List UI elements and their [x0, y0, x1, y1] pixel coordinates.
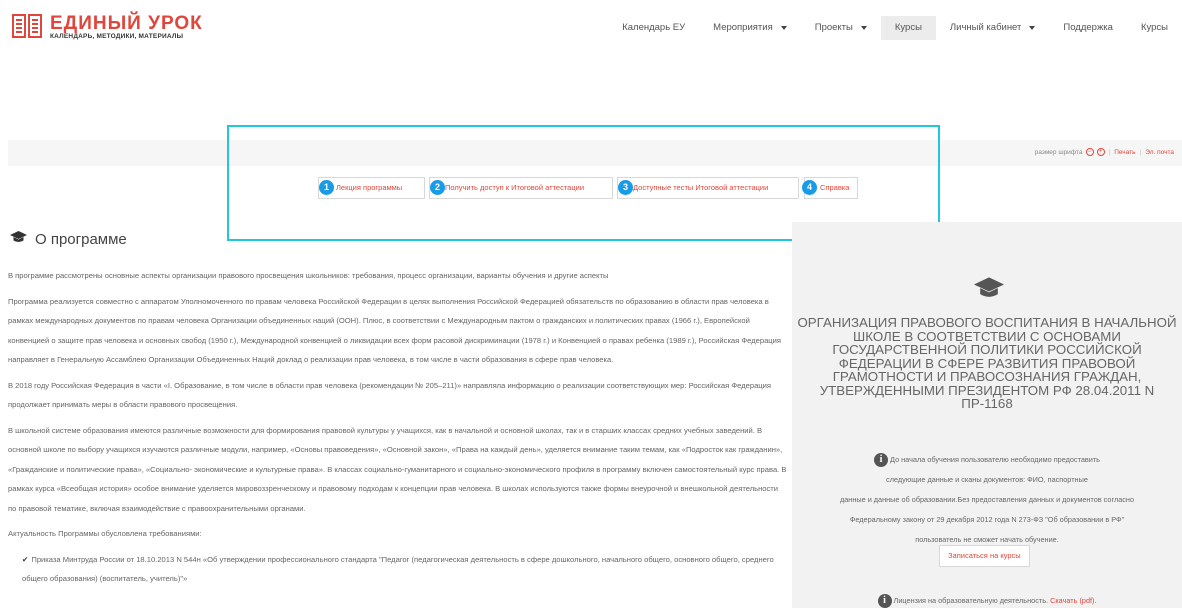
- step-badge-2: 2: [430, 180, 445, 195]
- nav-courses[interactable]: Курсы: [880, 16, 936, 40]
- nav-support-label: Поддержка: [1063, 22, 1113, 33]
- nav-courses-2[interactable]: Курсы: [1127, 16, 1182, 40]
- section-heading: О программе: [10, 230, 127, 248]
- enroll-button[interactable]: Записаться на курсы: [939, 545, 1030, 567]
- requirement-text: Приказа Минтруда России от 18.10.2013 N …: [22, 554, 774, 584]
- note-line: данные и данные об образовании.Без предо…: [839, 495, 1135, 504]
- info-icon: i: [874, 453, 889, 468]
- toolbar-divider: |: [1139, 148, 1142, 156]
- nav-projects[interactable]: Проекты: [801, 16, 881, 40]
- site-logo[interactable]: ЕДИНЫЙ УРОК КАЛЕНДАРЬ, МЕТОДИКИ, МАТЕРИА…: [12, 14, 203, 41]
- license-info: i Лицензия на образовательную деятельнос…: [792, 594, 1182, 608]
- caret-down-icon: [780, 26, 787, 30]
- note-line: До начала обучения пользователю необходи…: [890, 455, 1100, 464]
- font-size-label: размер шрифта: [1034, 148, 1083, 156]
- course-sidebar: ОРГАНИЗАЦИЯ ПРАВОВОГО ВОСПИТАНИЯ В НАЧАЛ…: [792, 222, 1182, 608]
- page-toolbar: размер шрифта − + | Печать | Эл. почта: [8, 140, 1182, 166]
- nav-events-label: Мероприятия: [713, 22, 773, 33]
- nav-projects-label: Проекты: [814, 22, 853, 33]
- paragraph: В программе рассмотрены основные аспекты…: [8, 271, 609, 280]
- email-link[interactable]: Эл. почта: [1145, 149, 1174, 156]
- note-line: Федеральному закону от 29 декабря 2012 г…: [849, 515, 1125, 524]
- logo-subtitle: КАЛЕНДАРЬ, МЕТОДИКИ, МАТЕРИАЛЫ: [50, 33, 184, 40]
- license-download-link[interactable]: Скачать (pdf).: [1050, 596, 1096, 605]
- tab-available-tests[interactable]: Доступные тесты Итоговой аттестации: [617, 177, 799, 199]
- step-badge-3: 3: [618, 180, 633, 195]
- program-description: В программе рассмотрены основные аспекты…: [8, 266, 788, 595]
- paragraph: В школьной системе образования имеются р…: [8, 425, 787, 513]
- tab-lecture[interactable]: Лекция программы: [318, 177, 425, 199]
- paragraph: В 2018 году Российская Федерация в части…: [8, 380, 771, 410]
- requirement-item: ✔ Приказа Минтруда России от 18.10.2013 N…: [8, 550, 788, 589]
- nav-events[interactable]: Мероприятия: [699, 16, 801, 40]
- paragraph: Программа реализуется совместно с аппара…: [8, 296, 782, 365]
- zoom-in-icon[interactable]: +: [1096, 148, 1105, 156]
- tab-get-access[interactable]: Получить доступ к Итоговой аттестации: [429, 177, 613, 199]
- info-icon: i: [877, 594, 892, 608]
- caret-down-icon: [1029, 26, 1036, 30]
- tab-available-tests-label: Доступные тесты Итоговой аттестации: [633, 183, 769, 192]
- tab-get-access-label: Получить доступ к Итоговой аттестации: [445, 183, 585, 192]
- nav-calendar[interactable]: Календарь ЕУ: [608, 16, 699, 40]
- enrollment-note: i До начала обучения пользователю необхо…: [792, 450, 1182, 550]
- print-link[interactable]: Печать: [1114, 149, 1135, 156]
- nav-courses-label: Курсы: [894, 22, 922, 33]
- tab-lecture-label: Лекция программы: [336, 183, 403, 192]
- license-text: Лицензия на образовательную деятельность…: [893, 595, 1049, 605]
- site-header: ЕДИНЫЙ УРОК КАЛЕНДАРЬ, МЕТОДИКИ, МАТЕРИА…: [0, 0, 1182, 60]
- graduation-cap-icon: [10, 230, 27, 248]
- book-logo-icon: [12, 14, 42, 38]
- paragraph: Актуальность Программы обусловлена требо…: [8, 529, 202, 538]
- tab-help-label: Справка: [820, 183, 850, 192]
- note-line: следующие данные и сканы документов: ФИО…: [886, 475, 1088, 484]
- nav-account[interactable]: Личный кабинет: [936, 16, 1049, 40]
- nav-calendar-label: Календарь ЕУ: [622, 22, 686, 33]
- toolbar-divider: |: [1108, 148, 1111, 156]
- step-badge-1: 1: [319, 180, 334, 195]
- step-badge-4: 4: [802, 180, 817, 195]
- nav-courses-2-label: Курсы: [1140, 22, 1168, 33]
- nav-account-label: Личный кабинет: [949, 22, 1022, 33]
- zoom-out-icon[interactable]: −: [1085, 148, 1094, 156]
- nav-support[interactable]: Поддержка: [1049, 16, 1127, 40]
- course-title: ОРГАНИЗАЦИЯ ПРАВОВОГО ВОСПИТАНИЯ В НАЧАЛ…: [797, 315, 1177, 411]
- graduation-cap-icon: [974, 277, 1004, 304]
- checkmark-icon: ✔: [22, 554, 29, 564]
- logo-title: ЕДИНЫЙ УРОК: [50, 13, 203, 34]
- section-title: О программе: [35, 230, 127, 248]
- main-nav: Календарь ЕУ Мероприятия Проекты Курсы Л…: [608, 16, 1182, 40]
- caret-down-icon: [860, 26, 867, 30]
